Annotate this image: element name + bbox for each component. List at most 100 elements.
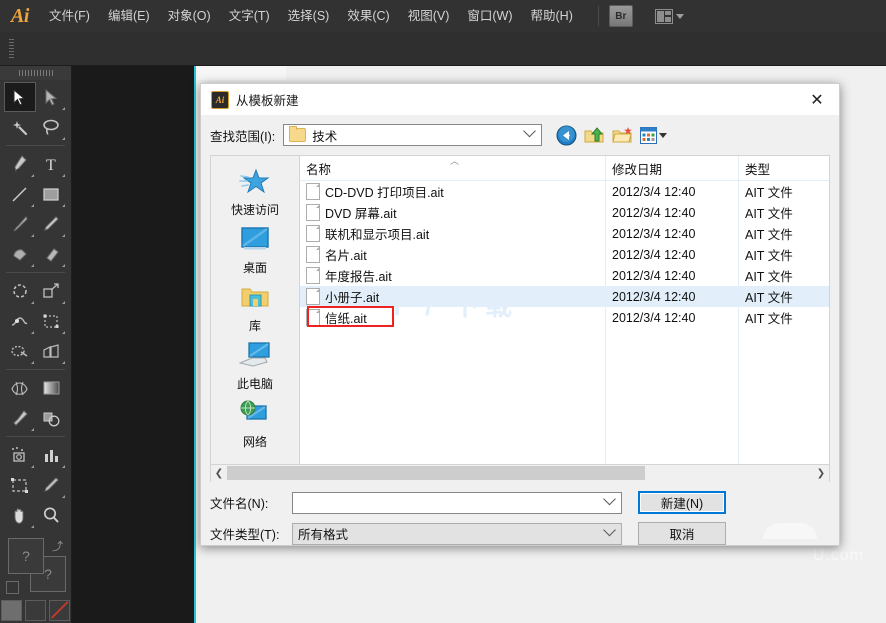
sidebar-item-desktop[interactable]: 桌面 — [211, 222, 299, 280]
close-icon[interactable]: ✕ — [795, 84, 839, 115]
column-header-name[interactable]: 名称 — [300, 159, 605, 180]
places-sidebar: 快速访问 桌面 — [210, 155, 299, 465]
svg-text:T: T — [46, 157, 56, 173]
file-list[interactable]: ︿ Y / 下载 名称 修改日期 类型 CD-DVD 打印项目.ait 2012… — [299, 155, 830, 465]
slice-tool[interactable] — [36, 470, 68, 500]
illustrator-window: Ai 文件(F) 编辑(E) 对象(O) 文字(T) 选择(S) 效果(C) 视… — [0, 0, 886, 623]
new-folder-button[interactable] — [612, 125, 633, 146]
chevron-down-icon — [676, 14, 684, 19]
scrollbar-thumb[interactable] — [227, 466, 645, 480]
view-mode-button[interactable] — [640, 125, 668, 146]
filename-input[interactable] — [292, 492, 622, 514]
type-tool[interactable]: T — [36, 149, 68, 179]
paintbrush-tool[interactable] — [4, 209, 36, 239]
gradient-swatch[interactable] — [25, 600, 46, 621]
shape-builder-tool[interactable] — [4, 336, 36, 366]
fill-color-box[interactable]: ? — [8, 538, 44, 574]
menu-view[interactable]: 视图(V) — [399, 0, 459, 32]
tool-expand-corner-icon — [62, 264, 65, 267]
table-row[interactable]: DVD 屏幕.ait 2012/3/4 12:40 AIT 文件 — [300, 202, 829, 223]
look-in-value: 技术 — [312, 126, 337, 145]
sidebar-item-network[interactable]: 网络 — [211, 396, 299, 454]
width-tool[interactable] — [4, 306, 36, 336]
line-segment-tool[interactable] — [4, 179, 36, 209]
zoom-tool[interactable] — [36, 500, 68, 530]
sidebar-item-quick-access[interactable]: 快速访问 — [211, 164, 299, 222]
none-swatch[interactable] — [49, 600, 70, 621]
color-swatch[interactable] — [1, 600, 22, 621]
magic-wand-tool[interactable] — [4, 112, 36, 142]
sidebar-item-label: 网络 — [243, 433, 267, 450]
fill-stroke-control[interactable]: ? ? ⤴ — [6, 538, 65, 594]
sidebar-item-this-pc[interactable]: 此电脑 — [211, 338, 299, 396]
scroll-right-icon[interactable]: ❯ — [813, 465, 829, 482]
rotate-tool[interactable] — [4, 276, 36, 306]
browser-row: 快速访问 桌面 — [201, 155, 839, 465]
table-row[interactable]: CD-DVD 打印项目.ait 2012/3/4 12:40 AIT 文件 — [300, 181, 829, 202]
up-folder-button[interactable] — [584, 125, 605, 146]
direct-selection-tool[interactable] — [36, 82, 68, 112]
tool-expand-corner-icon — [62, 174, 65, 177]
default-fill-stroke-icon[interactable] — [6, 581, 19, 594]
menu-effect[interactable]: 效果(C) — [338, 0, 398, 32]
horizontal-scrollbar[interactable]: ❮ ❯ — [210, 465, 830, 482]
column-header-type[interactable]: 类型 — [738, 159, 829, 180]
menu-type[interactable]: 文字(T) — [220, 0, 279, 32]
look-in-row: 查找范围(I): 技术 — [201, 115, 839, 155]
new-button[interactable]: 新建(N) — [638, 491, 726, 514]
bridge-button[interactable]: Br — [609, 5, 633, 27]
workspace-switcher[interactable] — [655, 9, 684, 24]
scroll-left-icon[interactable]: ❮ — [211, 465, 227, 482]
library-folder-icon — [239, 284, 271, 314]
blob-brush-tool[interactable] — [4, 239, 36, 269]
table-row[interactable]: 年度报告.ait 2012/3/4 12:40 AIT 文件 — [300, 265, 829, 286]
column-header-date[interactable]: 修改日期 — [605, 159, 738, 180]
filetype-select[interactable]: 所有格式 — [292, 523, 622, 545]
perspective-grid-tool[interactable] — [36, 336, 68, 366]
menu-help[interactable]: 帮助(H) — [522, 0, 582, 32]
free-transform-tool[interactable] — [36, 306, 68, 336]
tool-expand-corner-icon — [31, 331, 34, 334]
artboard-tool[interactable] — [4, 470, 36, 500]
menu-window[interactable]: 窗口(W) — [458, 0, 521, 32]
tool-expand-corner-icon — [62, 234, 65, 237]
gradient-tool[interactable] — [36, 373, 68, 403]
menu-file[interactable]: 文件(F) — [40, 0, 99, 32]
eyedropper-tool[interactable] — [4, 403, 36, 433]
dialog-title-bar[interactable]: Ai 从模板新建 ✕ — [201, 84, 839, 115]
column-graph-tool[interactable] — [36, 440, 68, 470]
tool-group-divider — [6, 436, 65, 437]
cancel-button[interactable]: 取消 — [638, 522, 726, 545]
quick-access-star-icon — [239, 168, 271, 198]
file-date: 2012/3/4 12:40 — [605, 206, 738, 220]
color-mode-row — [0, 600, 71, 621]
scrollbar-track[interactable] — [227, 465, 813, 482]
selection-tool[interactable] — [4, 82, 36, 112]
tools-panel: T — [0, 66, 72, 623]
eraser-tool[interactable] — [36, 239, 68, 269]
tools-panel-header[interactable] — [0, 66, 71, 80]
hand-tool[interactable] — [4, 500, 36, 530]
table-row[interactable]: 名片.ait 2012/3/4 12:40 AIT 文件 — [300, 244, 829, 265]
lasso-tool[interactable] — [36, 112, 68, 142]
look-in-combo[interactable]: 技术 — [283, 124, 542, 146]
sidebar-item-library[interactable]: 库 — [211, 280, 299, 338]
table-row[interactable]: 联机和显示项目.ait 2012/3/4 12:40 AIT 文件 — [300, 223, 829, 244]
swap-fill-stroke-icon[interactable]: ⤴ — [52, 538, 63, 554]
table-row-selected[interactable]: 小册子.ait 2012/3/4 12:40 AIT 文件 — [300, 286, 829, 307]
tool-expand-corner-icon — [62, 465, 65, 468]
mesh-tool[interactable] — [4, 373, 36, 403]
tool-expand-corner-icon — [31, 301, 34, 304]
pencil-tool[interactable] — [36, 209, 68, 239]
tool-expand-corner-icon — [31, 361, 34, 364]
scale-tool[interactable] — [36, 276, 68, 306]
menu-select[interactable]: 选择(S) — [279, 0, 339, 32]
menu-object[interactable]: 对象(O) — [159, 0, 220, 32]
symbol-sprayer-tool[interactable] — [4, 440, 36, 470]
panel-grip-handle[interactable] — [9, 39, 14, 58]
pen-tool[interactable] — [4, 149, 36, 179]
blend-tool[interactable] — [36, 403, 68, 433]
back-button[interactable] — [556, 125, 577, 146]
rectangle-tool[interactable] — [36, 179, 68, 209]
menu-edit[interactable]: 编辑(E) — [99, 0, 159, 32]
